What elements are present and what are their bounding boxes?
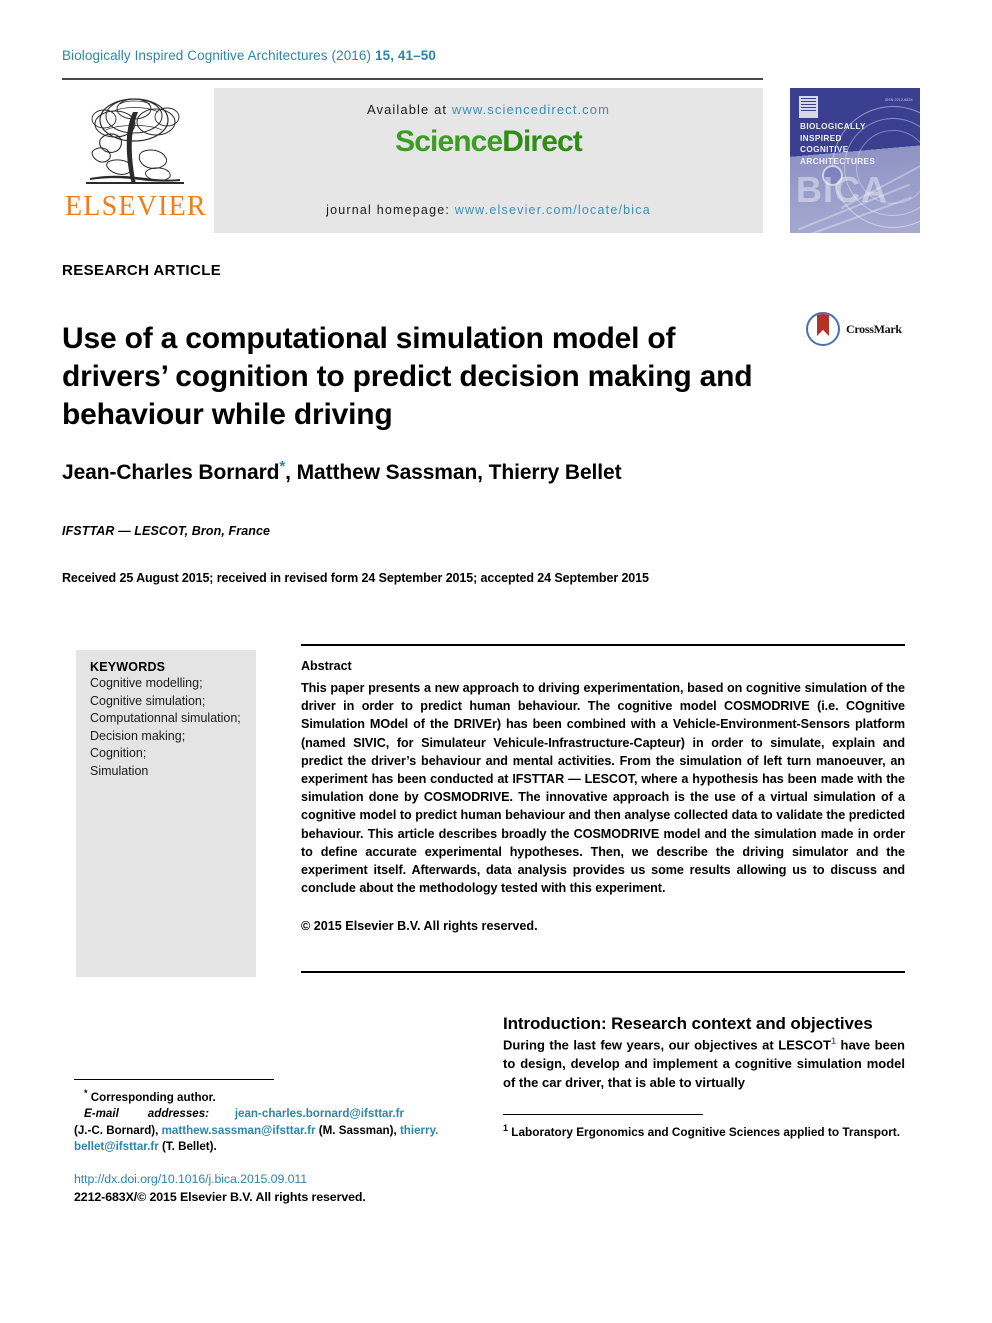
article-type-label: RESEARCH ARTICLE <box>62 262 222 279</box>
journal-homepage-line: journal homepage: www.elsevier.com/locat… <box>214 203 763 217</box>
footnote-divider-right <box>503 1114 703 1116</box>
email-owner-2: (M. Sassman), <box>315 1123 400 1137</box>
sciencedirect-logo-science: Science <box>395 125 503 158</box>
cover-publisher-mini-logo <box>799 96 818 118</box>
cover-title-line-1: BIOLOGICALLY <box>800 122 866 131</box>
journal-homepage-label: journal homepage: <box>326 203 455 217</box>
keyword-item: Simulation <box>90 763 149 778</box>
introduction-text-part1: During the last few years, our objective… <box>503 1037 831 1053</box>
sciencedirect-url[interactable]: www.sciencedirect.com <box>452 102 610 117</box>
elsevier-tree-icon <box>70 92 200 192</box>
email-owner-3: (T. Bellet). <box>158 1140 217 1154</box>
abstract-heading: Abstract <box>301 659 352 673</box>
keyword-item: Cognitive modelling; <box>90 676 203 690</box>
masthead: ELSEVIER Available at www.sciencedirect.… <box>62 88 763 233</box>
corresponding-author-footnote: * Corresponding author. E-mail addresses… <box>74 1085 486 1156</box>
available-at-line: Available at www.sciencedirect.com <box>214 102 763 117</box>
keyword-item: Computationnal simulation; <box>90 711 241 725</box>
cover-title-line-2: INSPIRED <box>800 133 842 143</box>
abstract-bottom-divider <box>301 971 905 973</box>
crossmark-label: CrossMark <box>846 322 902 336</box>
keywords-heading: KEYWORDS <box>90 660 166 674</box>
author-corresponding: Jean-Charles Bornard <box>62 461 280 484</box>
corresponding-author-text: Corresponding author. <box>90 1090 216 1104</box>
sciencedirect-logo: ScienceDirect <box>214 125 763 159</box>
cover-issn: ISSN 2212-683X <box>884 98 913 102</box>
abstract-body: This paper presents a new approach to dr… <box>301 681 905 896</box>
addresses-label: addresses: <box>147 1107 210 1121</box>
keywords-box: KEYWORDS Cognitive modelling; Cognitive … <box>76 650 256 977</box>
keyword-item: Cognitive simulation; <box>90 693 206 708</box>
page-title: Use of a computational simulation model … <box>62 322 753 432</box>
header-divider <box>62 78 763 80</box>
cover-title-line-3: COGNITIVE <box>800 145 849 154</box>
author-rest: , Matthew Sassman, Thierry Bellet <box>285 461 622 484</box>
elsevier-wordmark: ELSEVIER <box>65 191 207 222</box>
sciencedirect-logo-direct: Direct <box>502 125 583 158</box>
available-at-label: Available at <box>366 102 452 117</box>
email-link-3-part1[interactable]: thierry. <box>400 1124 438 1137</box>
keyword-item: Cognition; <box>90 746 147 760</box>
journal-running-head: Biologically Inspired Cognitive Architec… <box>62 48 436 63</box>
footnote-star-marker: * <box>84 1088 88 1098</box>
crossmark-ribbon-icon <box>817 314 829 336</box>
cover-title: BIOLOGICALLY INSPIRED COGNITIVE ARCHITEC… <box>800 121 875 167</box>
author-list: Jean-Charles Bornard*, Matthew Sassman, … <box>62 458 842 485</box>
lescot-footnote: 1 Laboratory Ergonomics and Cognitive Sc… <box>503 1120 905 1140</box>
email-link-2[interactable]: matthew.sassman@ifsttar.fr <box>162 1124 316 1137</box>
journal-homepage-url[interactable]: www.elsevier.com/locate/bica <box>455 203 651 217</box>
keyword-item: Decision making; <box>90 728 186 743</box>
journal-year: (2016) <box>331 48 372 63</box>
introduction-paragraph: During the last few years, our objective… <box>503 1032 905 1092</box>
crossmark-icon <box>806 312 840 346</box>
affiliation: IFSTTAR — LESCOT, Bron, France <box>62 524 271 538</box>
crossmark-badge[interactable]: CrossMark <box>806 310 914 350</box>
email-owner-1: (J.-C. Bornard), <box>74 1123 162 1137</box>
abstract-copyright: © 2015 Elsevier B.V. All rights reserved… <box>301 919 538 933</box>
issn-copyright-line: 2212-683X/© 2015 Elsevier B.V. All right… <box>74 1190 366 1204</box>
journal-cover-thumbnail: ISSN 2212-683X BIOLOGICALLY INSPIRED COG… <box>790 88 920 233</box>
doi-link[interactable]: http://dx.doi.org/10.1016/j.bica.2015.09… <box>74 1172 307 1186</box>
email-link-1[interactable]: jean-charles.bornard@ifsttar.fr <box>235 1107 404 1120</box>
footnote-divider-left <box>74 1079 274 1081</box>
journal-volume-pages: 15, 41–50 <box>374 48 436 63</box>
journal-name: Biologically Inspired Cognitive Architec… <box>62 48 328 63</box>
article-first-page: Biologically Inspired Cognitive Architec… <box>0 0 992 1323</box>
cover-title-line-4: ARCHITECTURES <box>800 156 876 166</box>
elsevier-logo-block: ELSEVIER <box>62 88 207 233</box>
sciencedirect-banner: Available at www.sciencedirect.com Scien… <box>214 88 763 233</box>
email-label: E-mail <box>84 1107 119 1121</box>
email-link-3-part2[interactable]: bellet@ifsttar.fr <box>74 1140 159 1153</box>
article-history: Received 25 August 2015; received in rev… <box>62 571 649 585</box>
abstract-top-divider <box>301 644 905 646</box>
cover-watermark: BICA <box>796 169 888 210</box>
lescot-footnote-text: Laboratory Ergonomics and Cognitive Scie… <box>508 1124 901 1139</box>
